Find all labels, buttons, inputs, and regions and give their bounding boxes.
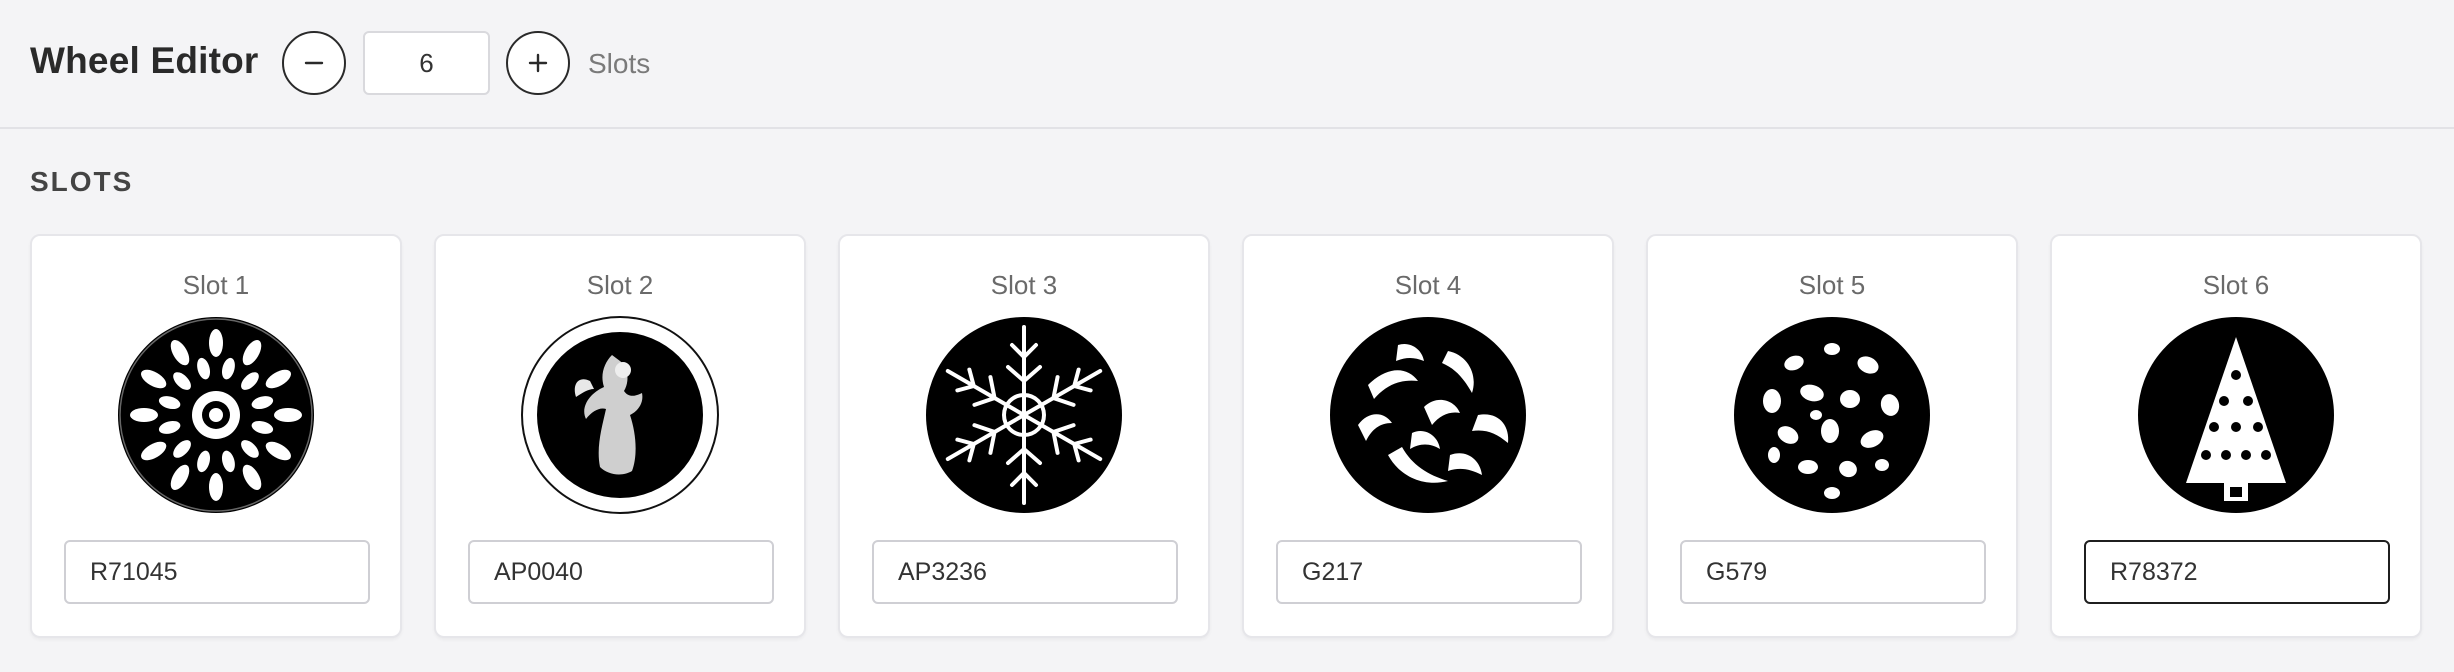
editor-header: Wheel Editor Slots [0,0,2454,129]
christmas-tree-gobo-icon[interactable] [2136,315,2336,515]
page-title: Wheel Editor [30,40,259,81]
angel-gobo-icon[interactable] [520,315,720,515]
decrement-slots-button[interactable] [282,31,346,95]
snowflake-gobo-icon[interactable] [924,315,1124,515]
slot-card-6: Slot 6 [2050,234,2422,638]
slots-suffix-label: Slots [588,48,651,79]
slot-label: Slot 2 [586,270,654,300]
increment-slots-button[interactable] [506,31,570,95]
slot-label: Slot 5 [1798,270,1866,300]
section-title: SLOTS [30,166,134,197]
slot-count-input[interactable] [363,31,490,95]
slot-card-1: Slot 1 [30,234,402,638]
slot-label: Slot 4 [1394,270,1462,300]
slot-card-2: Slot 2 [434,234,806,638]
slot-card-3: Slot 3 [838,234,1210,638]
slot-code-input[interactable] [64,540,370,604]
slot-code-input[interactable] [1680,540,1986,604]
mandala-gobo-icon[interactable] [116,315,316,515]
slot-code-input-active[interactable] [2084,540,2390,604]
slot-code-input[interactable] [468,540,774,604]
slot-code-input[interactable] [1276,540,1582,604]
slot-label: Slot 3 [990,270,1058,300]
minus-icon [304,61,324,65]
slot-label: Slot 6 [2202,270,2270,300]
plus-icon [528,53,548,73]
breakup-gobo-icon[interactable] [1732,315,1932,515]
slot-code-input[interactable] [872,540,1178,604]
slot-label: Slot 1 [182,270,250,300]
slot-card-4: Slot 4 [1242,234,1614,638]
foliage-gobo-icon[interactable] [1328,315,1528,515]
slot-card-5: Slot 5 [1646,234,2018,638]
